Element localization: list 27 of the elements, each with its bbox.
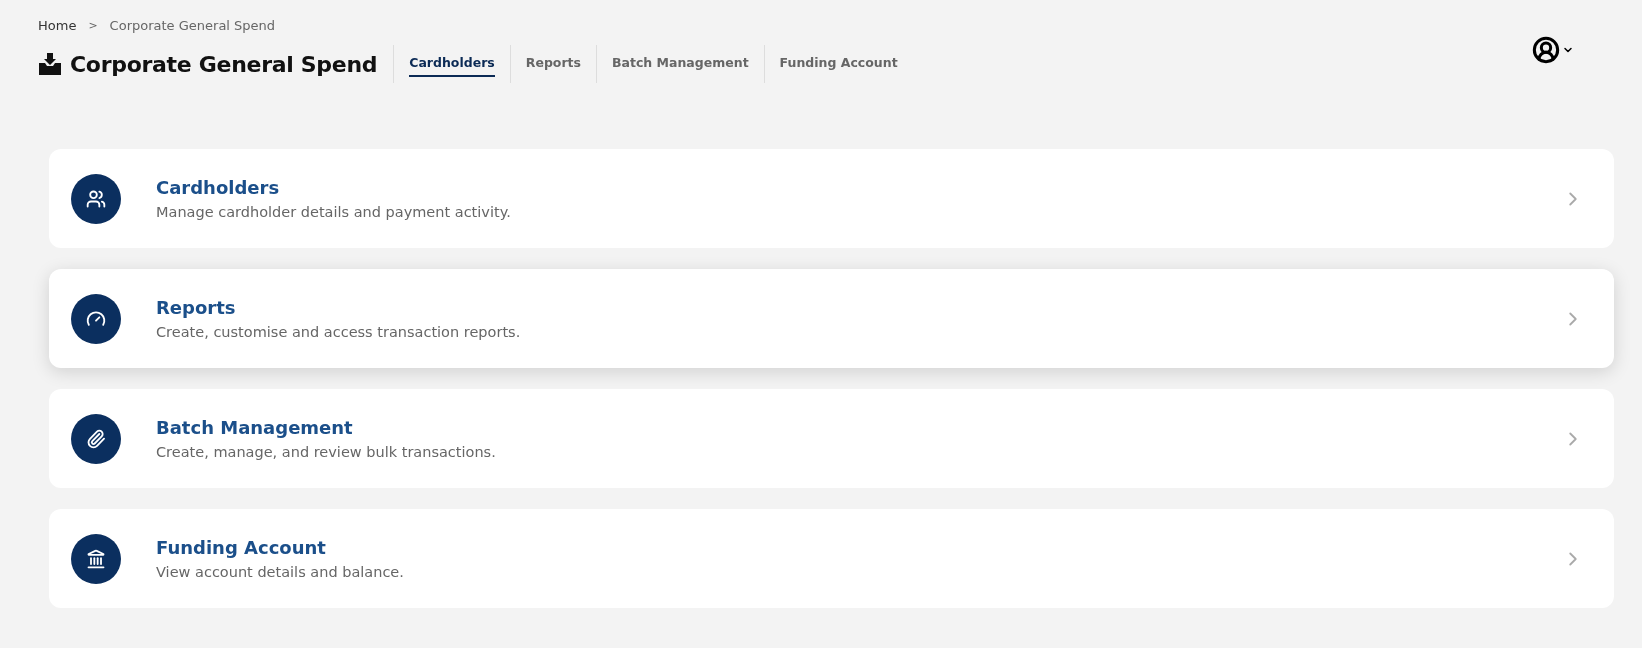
paperclip-icon bbox=[71, 413, 121, 464]
card-description: Create, customise and access transaction reports. bbox=[156, 324, 522, 340]
gauge-icon bbox=[71, 293, 121, 344]
breadcrumb-link[interactable]: Home bbox=[38, 18, 77, 33]
card-description: Create, manage, and review bulk transactions. bbox=[156, 444, 497, 460]
navigation-card[interactable]: Funding Account View account details and balance. bbox=[49, 509, 1614, 608]
breadcrumb-separator: > bbox=[88, 19, 98, 32]
user-menu-button[interactable] bbox=[1532, 36, 1574, 64]
card-title: Reports bbox=[156, 297, 237, 318]
nav-tab[interactable]: Batch Management bbox=[596, 45, 764, 83]
users-icon bbox=[71, 173, 121, 224]
navigation-card[interactable]: Reports Create, customise and access transaction reports. bbox=[49, 269, 1614, 368]
card-title: Funding Account bbox=[156, 537, 327, 558]
nav-tab[interactable]: Cardholders bbox=[393, 45, 510, 83]
nav-tab[interactable]: Reports bbox=[509, 45, 596, 83]
breadcrumb-link[interactable]: Corporate General Spend bbox=[109, 18, 276, 33]
user-avatar-icon bbox=[1532, 36, 1560, 64]
navigation-card[interactable]: Batch Management Create, manage, and review bulk transactions. bbox=[49, 389, 1614, 488]
card-description: Manage cardholder details and payment activity. bbox=[156, 204, 512, 220]
inbox-download-icon bbox=[38, 52, 62, 76]
card-title: Batch Management bbox=[156, 417, 354, 438]
nav-tab[interactable]: Funding Account bbox=[763, 45, 913, 83]
bank-icon bbox=[71, 533, 121, 584]
card-title: Cardholders bbox=[156, 177, 281, 198]
page-title: Corporate General Spend bbox=[70, 51, 378, 77]
card-description: View account details and balance. bbox=[156, 564, 405, 580]
navigation-card[interactable]: Cardholders Manage cardholder details and payment activity. bbox=[49, 149, 1614, 248]
